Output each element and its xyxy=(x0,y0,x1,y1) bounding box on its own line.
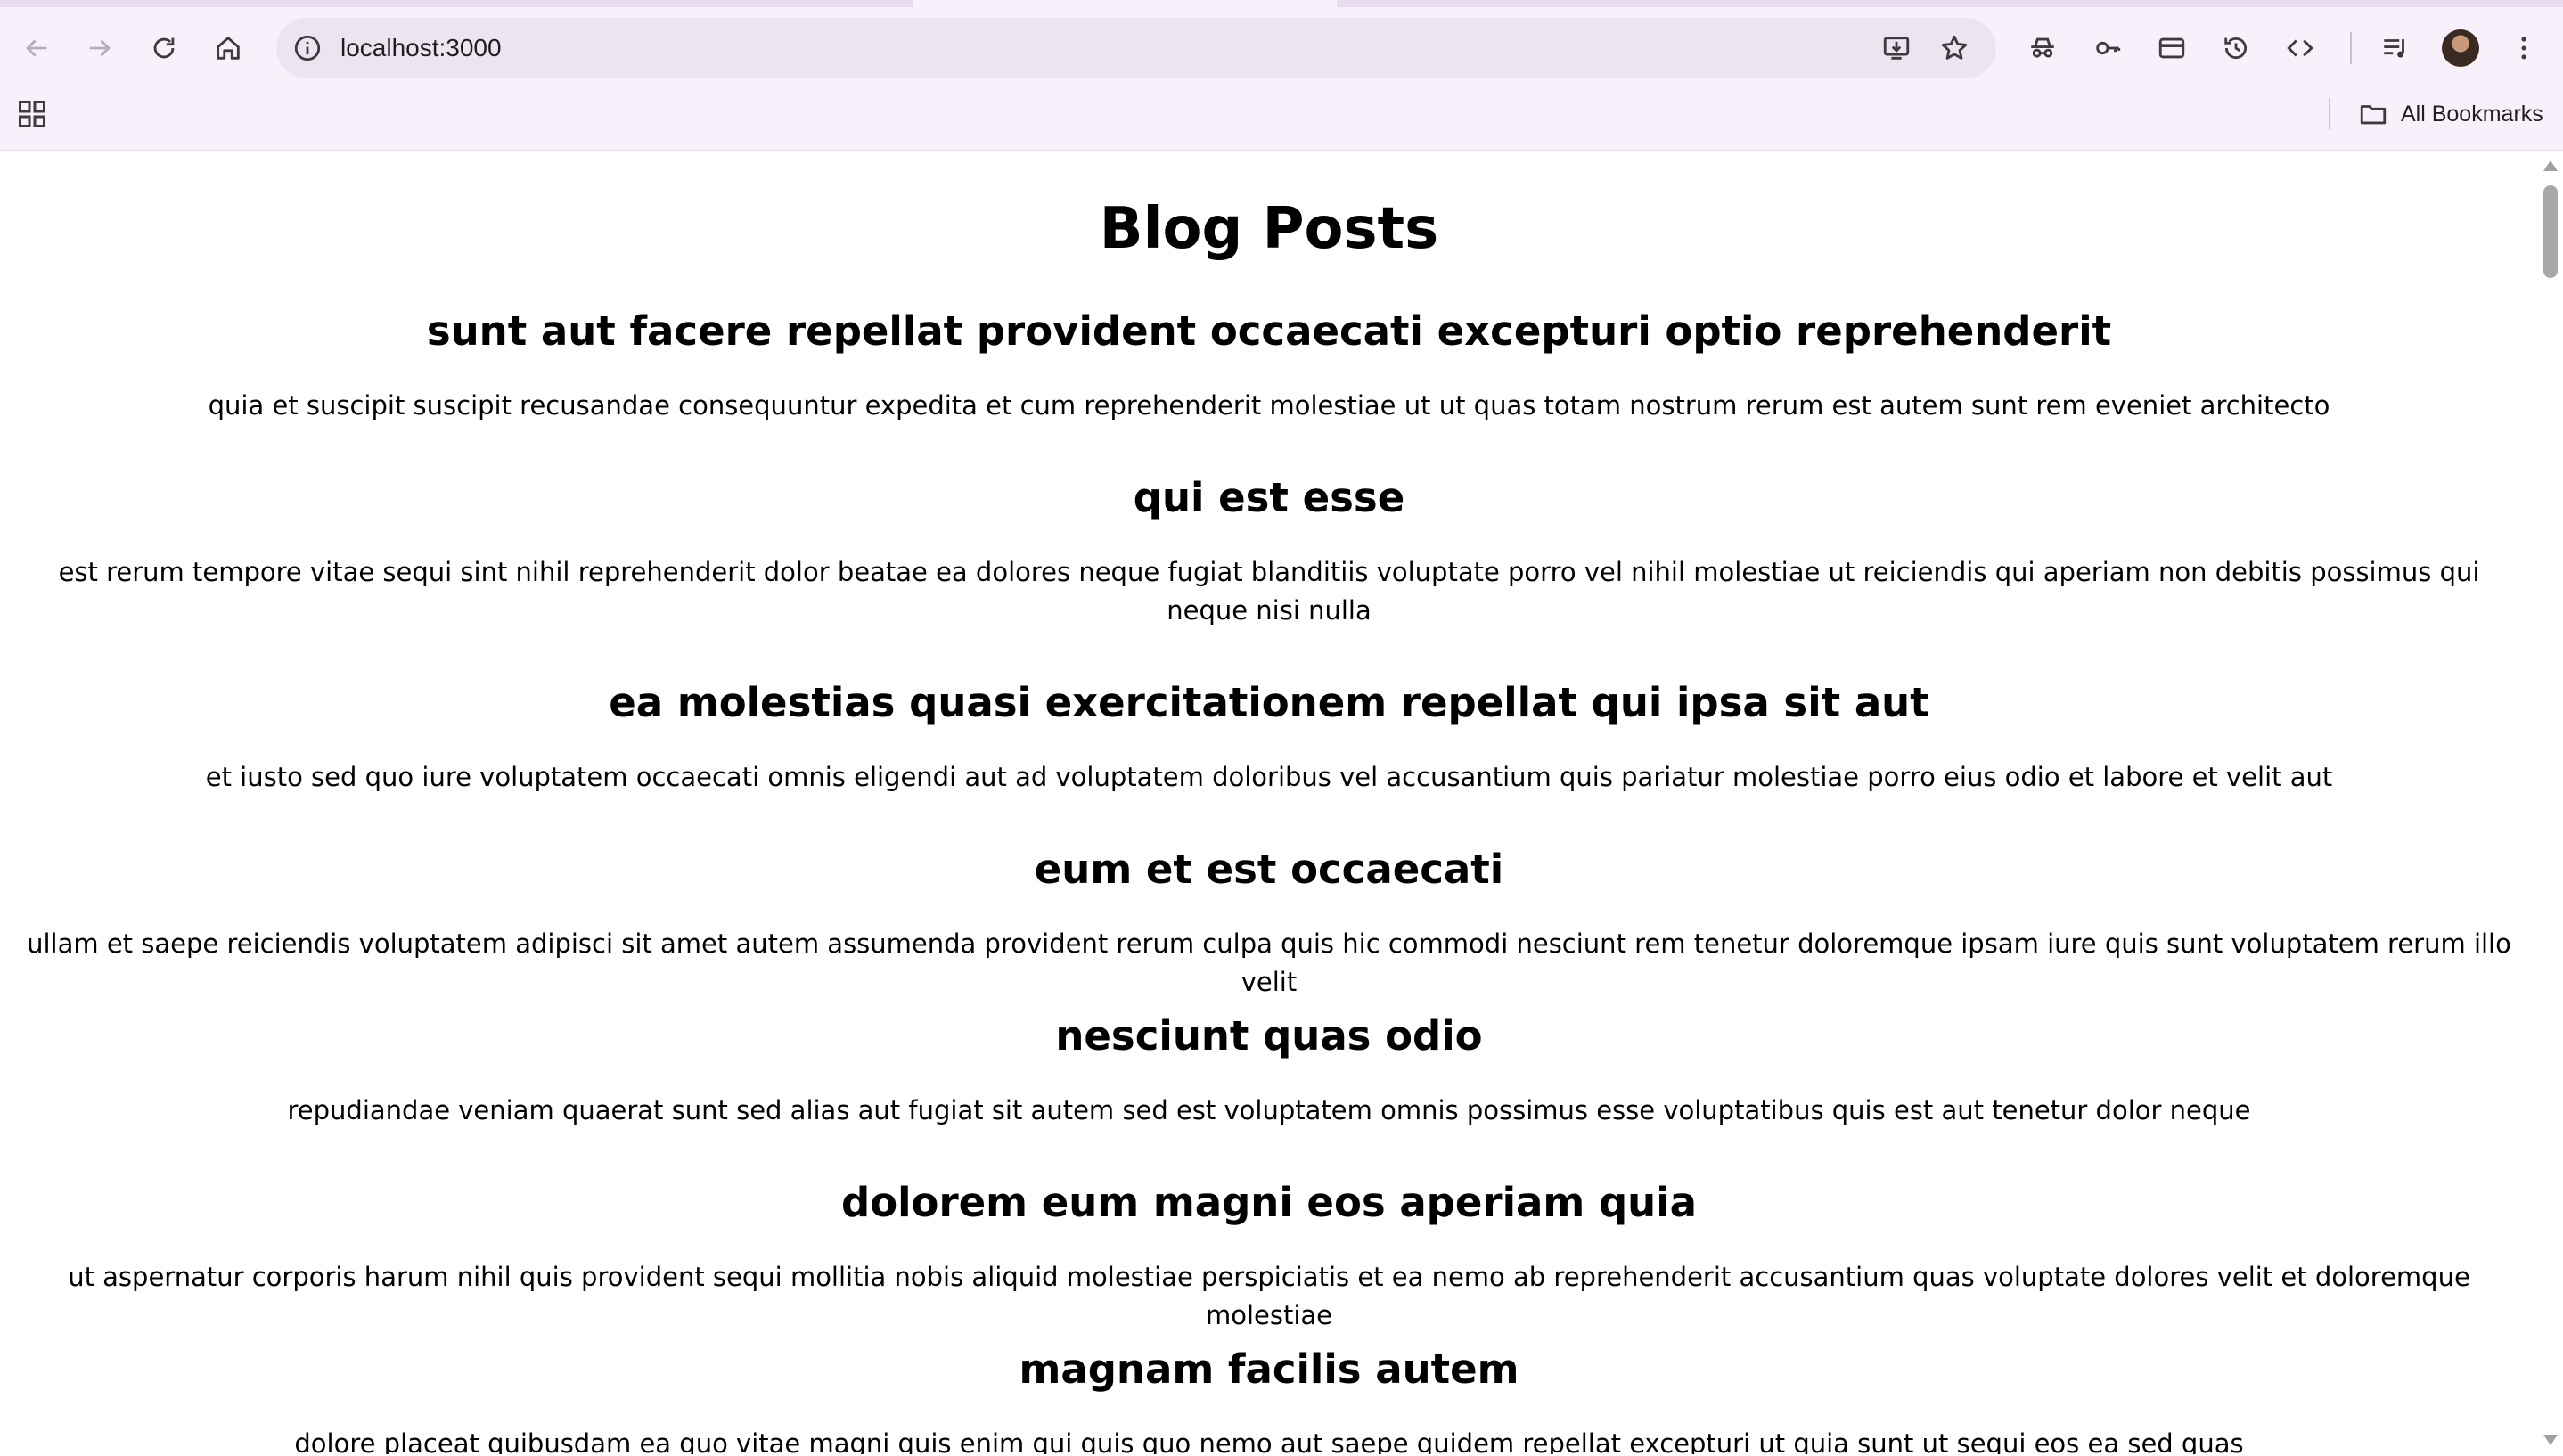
site-info-icon[interactable] xyxy=(292,33,323,63)
all-bookmarks-label: All Bookmarks xyxy=(2401,101,2543,127)
scroll-down-icon[interactable] xyxy=(2543,1435,2558,1445)
post-body: repudiandae veniam quaerat sunt sed alia… xyxy=(287,1095,2251,1125)
page-content: Blog Posts sunt aut facere repellat prov… xyxy=(0,153,2538,1454)
post-title: magnam facilis autem xyxy=(1019,1346,1519,1393)
page-scrollbar[interactable] xyxy=(2538,153,2563,1454)
avatar[interactable] xyxy=(2442,29,2479,67)
post-item: ea molestias quasi exercitationem repell… xyxy=(0,676,2538,797)
post-body: dolore placeat quibusdam ea quo vitae ma… xyxy=(294,1428,2244,1454)
post-item: magnam facilis autem dolore placeat quib… xyxy=(0,1343,2538,1454)
home-button[interactable] xyxy=(203,23,253,73)
post-item: nesciunt quas odio repudiandae veniam qu… xyxy=(0,1010,2538,1130)
forward-icon xyxy=(89,39,111,57)
payment-methods-button[interactable] xyxy=(2147,23,2197,73)
folder-icon xyxy=(2360,105,2387,125)
install-app-icon xyxy=(1883,37,1910,60)
passwords-icon xyxy=(2096,41,2121,55)
reload-button[interactable] xyxy=(139,23,189,73)
scroll-up-icon[interactable] xyxy=(2543,160,2558,171)
post-title: sunt aut facere repellat provident occae… xyxy=(426,307,2112,355)
apps-grid-icon[interactable] xyxy=(16,98,48,130)
more-menu-icon xyxy=(2521,37,2526,60)
all-bookmarks-button[interactable]: All Bookmarks xyxy=(2358,94,2543,134)
post-item: dolorem eum magni eos aperiam quia ut as… xyxy=(0,1176,2538,1335)
post-item: eum et est occaecati ullam et saepe reic… xyxy=(0,843,2538,1002)
post-body: ullam et saepe reiciendis voluptatem adi… xyxy=(27,928,2511,997)
post-title: dolorem eum magni eos aperiam quia xyxy=(840,1179,1697,1226)
incognito-button[interactable] xyxy=(2018,23,2068,73)
post-title: nesciunt quas odio xyxy=(1055,1012,1483,1059)
history-icon xyxy=(2224,37,2247,60)
address-bar[interactable]: localhost:3000 xyxy=(276,18,1996,78)
browser-chrome: localhost:3000 All Bookmarks xyxy=(0,0,2563,151)
page-title: Blog Posts xyxy=(1099,196,1439,262)
browser-toolbar: localhost:3000 xyxy=(0,14,2563,82)
code-icon xyxy=(2287,39,2313,57)
post-title: eum et est occaecati xyxy=(1034,846,1504,893)
passwords-button[interactable] xyxy=(2083,23,2133,73)
bookmarks-bar: All Bookmarks xyxy=(0,89,2563,139)
toolbar-divider xyxy=(2350,32,2352,64)
post-body: est rerum tempore vitae sequi sint nihil… xyxy=(58,557,2480,626)
devtools-button[interactable] xyxy=(2275,23,2325,73)
address-url[interactable]: localhost:3000 xyxy=(340,18,502,78)
post-body: ut aspernatur corporis harum nihil quis … xyxy=(68,1262,2470,1330)
bookmarks-divider xyxy=(2329,98,2330,130)
payment-card-icon xyxy=(2158,37,2185,59)
post-body: quia et suscipit suscipit recusandae con… xyxy=(208,390,2330,421)
bookmark-star-button[interactable] xyxy=(1937,30,1972,66)
media-queue-button[interactable] xyxy=(2371,23,2420,73)
incognito-icon xyxy=(2031,37,2054,58)
scrollbar-thumb[interactable] xyxy=(2543,185,2558,278)
install-app-button[interactable] xyxy=(1879,30,1914,66)
history-button[interactable] xyxy=(2211,23,2261,73)
post-title: ea molestias quasi exercitationem repell… xyxy=(609,679,1929,726)
post-item: sunt aut facere repellat provident occae… xyxy=(0,305,2538,425)
more-menu-button[interactable] xyxy=(2499,23,2549,73)
post-body: et iusto sed quo iure voluptatem occaeca… xyxy=(205,762,2333,792)
media-queue-icon xyxy=(2384,39,2404,58)
back-button[interactable] xyxy=(12,23,61,73)
post-item: qui est esse est rerum tempore vitae seq… xyxy=(0,471,2538,630)
reload-icon xyxy=(153,37,175,59)
post-title: qui est esse xyxy=(1133,474,1405,521)
star-icon xyxy=(1941,35,1968,60)
active-tab[interactable] xyxy=(913,0,1337,7)
home-icon xyxy=(217,37,240,60)
tab-strip xyxy=(0,0,2563,7)
back-icon xyxy=(26,39,47,57)
forward-button[interactable] xyxy=(75,23,125,73)
